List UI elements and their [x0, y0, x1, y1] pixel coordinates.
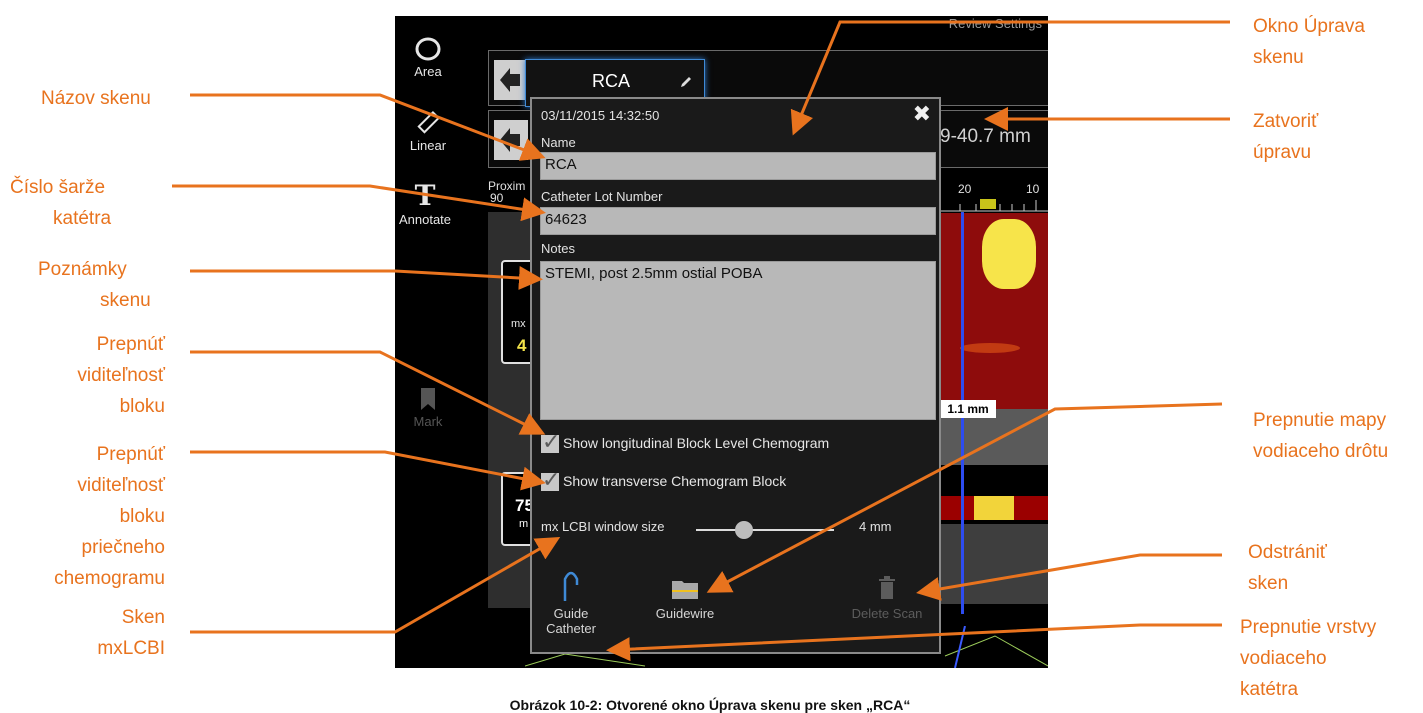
figure-caption: Obrázok 10-2: Otvorené okno Úprava skenu…	[509, 697, 911, 713]
callout-arrows	[172, 20, 1230, 662]
